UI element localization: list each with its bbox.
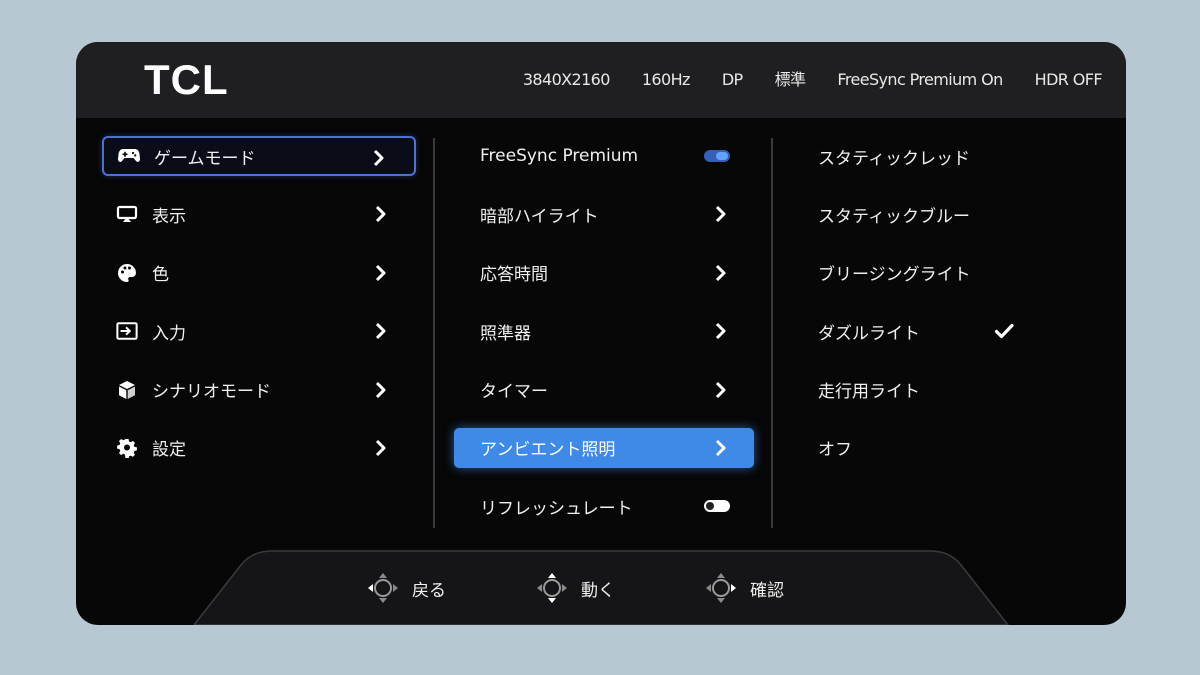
chevron-right-icon [375,323,386,340]
display-icon [116,203,138,225]
monitor-osd: TCL 3840X2160 160Hz DP 標準 FreeSync Premi… [76,42,1126,625]
option-breathing-light[interactable]: ブリージングライト [802,253,1102,293]
chevron-right-icon [715,323,726,340]
tcl-logo: TCL [144,56,229,103]
submenu-item-shadow-highlight[interactable]: 暗部ハイライト [454,194,754,234]
status-refresh-rate: 160Hz [641,70,691,89]
palette-icon [116,262,138,284]
status-info: 3840X2160 160Hz DP 標準 FreeSync Premium O… [522,70,1103,90]
submenu-item-refresh-rate[interactable]: リフレッシュレート [454,486,754,526]
chevron-right-icon [375,439,386,457]
submenu-item-crosshair[interactable]: 照準器 [454,311,754,351]
column-divider [433,138,435,528]
hint-back-label: 戻る [412,580,446,601]
option-label: スタティックレッド [818,148,970,169]
hint-move: 動く [535,571,615,605]
column-divider [771,138,773,528]
checkmark-icon [994,324,1014,339]
option-label: ブリージングライト [818,265,971,286]
submenu-item-freesync-premium[interactable]: FreeSync Premium [454,136,754,176]
hint-confirm: 確認 [704,571,784,605]
refresh-rate-toggle[interactable] [704,500,730,513]
dpad-left-icon [368,573,398,603]
status-picture-mode: 標準 [774,70,806,89]
option-running-light[interactable]: 走行用ライト [802,370,1102,410]
chevron-right-icon [375,381,386,398]
menu-item-game-mode[interactable]: ゲームモード [102,136,416,176]
option-static-blue[interactable]: スタティックブルー [802,194,1102,234]
menu-item-scenario-mode[interactable]: シナリオモード [102,370,416,410]
top-status-bar: TCL 3840X2160 160Hz DP 標準 FreeSync Premi… [76,42,1126,118]
sub-menu: FreeSync Premium 暗部ハイライト 応答時間 照準器 タイマー ア… [454,136,754,545]
dpad-right-icon [706,573,736,603]
gamepad-icon [118,145,140,167]
cube-icon [116,379,138,401]
option-label: ダズルライト [818,323,920,344]
chevron-right-icon [715,439,726,457]
status-resolution: 3840X2160 [522,70,611,89]
options-menu: スタティックレッド スタティックブルー ブリージングライト ダズルライト 走行用… [802,136,1102,486]
chevron-right-icon [375,206,386,223]
main-menu: ゲームモード 表示 色 入力 シナリオモード 設定 [102,136,416,486]
hint-move-label: 動く [581,580,615,601]
option-label: オフ [818,440,852,461]
submenu-item-ambient-lighting[interactable]: アンビエント照明 [454,427,754,468]
chevron-right-icon [715,381,726,398]
hint-confirm-label: 確認 [750,580,784,601]
option-off[interactable]: オフ [802,428,1102,468]
freesync-toggle[interactable] [704,150,730,162]
menu-item-display[interactable]: 表示 [102,194,416,234]
chevron-right-icon [715,264,726,281]
option-dazzle-light[interactable]: ダズルライト [802,311,1102,351]
hint-back: 戻る [366,571,446,605]
status-hdr: HDR OFF [1034,70,1103,89]
submenu-item-response-time[interactable]: 応答時間 [454,253,754,293]
gear-icon [116,437,138,459]
option-static-red[interactable]: スタティックレッド [802,136,1102,176]
status-freesync: FreeSync Premium On [837,70,1003,89]
chevron-right-icon [715,206,726,223]
submenu-item-timer[interactable]: タイマー [454,370,754,410]
menu-item-settings[interactable]: 設定 [102,428,416,468]
option-label: 走行用ライト [818,382,920,403]
input-icon [116,320,138,342]
chevron-right-icon [375,264,386,281]
status-input: DP [721,70,743,89]
option-label: スタティックブルー [818,206,970,227]
menu-item-color[interactable]: 色 [102,253,416,293]
menu-item-input[interactable]: 入力 [102,311,416,351]
chevron-right-icon [373,149,384,167]
dpad-updown-icon [537,573,567,603]
